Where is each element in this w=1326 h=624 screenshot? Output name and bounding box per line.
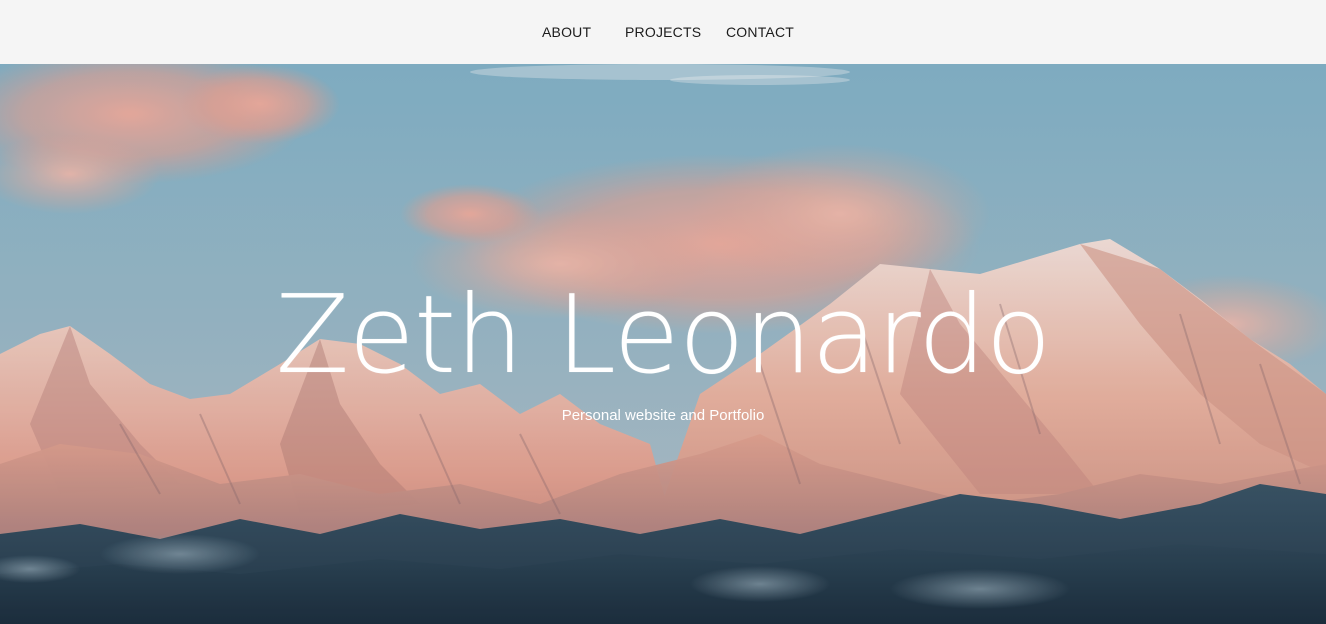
nav-link-contact[interactable]: CONTACT [726,24,794,40]
page: ABOUT PROJECTS CONTACT Zeth Leonardo Per… [0,0,1326,624]
nav-link-projects[interactable]: PROJECTS [625,24,701,40]
top-navbar: ABOUT PROJECTS CONTACT [0,0,1326,64]
hero-section: Zeth Leonardo Personal website and Portf… [0,64,1326,624]
hero-subtitle: Personal website and Portfolio [561,407,765,424]
nav-link-about[interactable]: ABOUT [542,24,591,40]
hero-title: Zeth Leonardo [275,273,1051,398]
